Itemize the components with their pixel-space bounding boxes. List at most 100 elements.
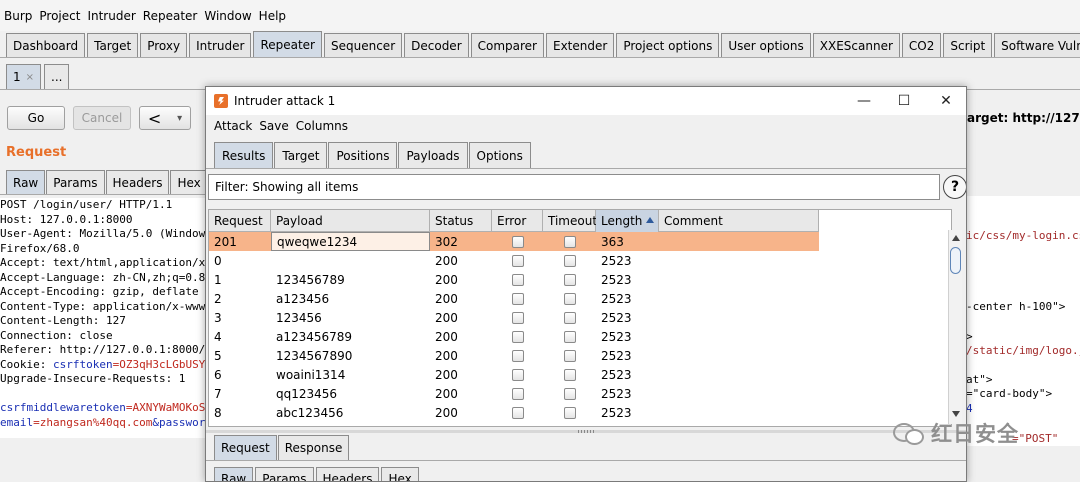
tab-decoder[interactable]: Decoder — [404, 33, 469, 57]
col-status[interactable]: Status — [430, 210, 492, 232]
tab-project-options[interactable]: Project options — [616, 33, 720, 57]
table-row[interactable]: 7 qq123456 200 2523 — [209, 384, 819, 403]
table-row[interactable]: 201 qweqwe1234 302 363 — [209, 232, 819, 251]
col-payload[interactable]: Payload — [271, 210, 430, 232]
tab-response[interactable]: Response — [277, 435, 350, 460]
timeout-checkbox[interactable] — [563, 311, 576, 324]
tab-sequencer[interactable]: Sequencer — [324, 33, 403, 57]
error-checkbox[interactable] — [511, 330, 524, 343]
menu-window[interactable]: Window — [204, 9, 251, 23]
tab-co2[interactable]: CO2 — [901, 33, 942, 57]
cell-request: 2 — [214, 291, 222, 306]
tab-target[interactable]: Target — [274, 142, 328, 168]
menu-intruder[interactable]: Intruder — [87, 9, 135, 23]
col-timeout[interactable]: Timeout — [543, 210, 597, 232]
results-filter-bar[interactable]: Filter: Showing all items — [208, 174, 940, 200]
menu-help[interactable]: Help — [259, 9, 286, 23]
scroll-thumb[interactable] — [950, 247, 961, 274]
close-icon[interactable]: ✕ — [936, 91, 956, 111]
error-checkbox[interactable] — [511, 273, 524, 286]
menu-columns[interactable]: Columns — [296, 119, 348, 133]
window-titlebar[interactable]: Intruder attack 1 — ☐ ✕ — [206, 87, 966, 115]
scroll-up-icon[interactable] — [952, 235, 960, 241]
menu-project[interactable]: Project — [39, 9, 80, 23]
cancel-button[interactable]: Cancel — [73, 106, 131, 130]
timeout-checkbox[interactable] — [563, 235, 576, 248]
error-checkbox[interactable] — [511, 292, 524, 305]
back-button[interactable]: < ▾ — [139, 106, 191, 130]
tab-target[interactable]: Target — [87, 33, 139, 57]
col-request[interactable]: Request — [209, 210, 271, 232]
col-comment[interactable]: Comment — [659, 210, 819, 232]
cell-payload: qweqwe1234 — [271, 232, 430, 251]
tab-options[interactable]: Options — [468, 142, 531, 168]
error-checkbox[interactable] — [511, 235, 524, 248]
tab-extender[interactable]: Extender — [546, 33, 615, 57]
close-icon[interactable]: × — [26, 72, 34, 83]
menu-attack[interactable]: Attack — [214, 119, 252, 133]
help-icon[interactable]: ? — [943, 175, 966, 199]
go-button[interactable]: Go — [7, 106, 65, 130]
table-row[interactable]: 4 a123456789 200 2523 — [209, 327, 819, 346]
table-row[interactable]: 3 123456 200 2523 — [209, 308, 819, 327]
request-raw-editor[interactable]: POST /login/user/ HTTP/1.1 Host: 127.0.0.… — [0, 198, 210, 438]
menu-save[interactable]: Save — [259, 119, 288, 133]
table-row[interactable]: 2 a123456 200 2523 — [209, 289, 819, 308]
table-row[interactable]: 0 200 2523 — [209, 251, 819, 270]
col-length[interactable]: Length — [596, 210, 659, 232]
error-checkbox[interactable] — [511, 368, 524, 381]
pane-splitter[interactable] — [206, 430, 966, 433]
timeout-checkbox[interactable] — [563, 292, 576, 305]
results-scrollbar[interactable] — [948, 230, 962, 424]
tab-raw[interactable]: Raw — [6, 170, 46, 194]
tab-user-options[interactable]: User options — [721, 33, 811, 57]
tab-params[interactable]: Params — [255, 467, 314, 481]
maximize-icon[interactable]: ☐ — [894, 91, 914, 111]
repeater-tab-1[interactable]: 1 × — [6, 64, 42, 89]
error-checkbox[interactable] — [511, 311, 524, 324]
tab-payloads[interactable]: Payloads — [398, 142, 468, 168]
tab-raw[interactable]: Raw — [214, 467, 254, 481]
minimize-icon[interactable]: — — [854, 91, 874, 111]
tab-dashboard[interactable]: Dashboard — [6, 33, 86, 57]
tab-results[interactable]: Results — [214, 142, 274, 168]
table-row[interactable]: 5 1234567890 200 2523 — [209, 346, 819, 365]
timeout-checkbox[interactable] — [563, 406, 576, 419]
tab-headers[interactable]: Headers — [105, 170, 170, 194]
timeout-checkbox[interactable] — [563, 330, 576, 343]
tab-positions[interactable]: Positions — [328, 142, 398, 168]
menu-repeater[interactable]: Repeater — [143, 9, 198, 23]
tab-script[interactable]: Script — [943, 33, 993, 57]
request-response-tabs: Request Response — [214, 435, 350, 460]
repeater-tab-more[interactable]: ... — [44, 64, 70, 89]
cell-request: 4 — [214, 329, 222, 344]
tab-headers[interactable]: Headers — [315, 467, 380, 481]
error-checkbox[interactable] — [511, 387, 524, 400]
tab-intruder[interactable]: Intruder — [189, 33, 252, 57]
tab-repeater[interactable]: Repeater — [253, 31, 322, 57]
scroll-down-icon[interactable] — [952, 411, 960, 417]
error-checkbox[interactable] — [511, 349, 524, 362]
timeout-checkbox[interactable] — [563, 273, 576, 286]
tab-comparer[interactable]: Comparer — [470, 33, 544, 57]
tab-params[interactable]: Params — [46, 170, 105, 194]
cell-length: 2523 — [601, 386, 632, 401]
table-row[interactable]: 1 123456789 200 2523 — [209, 270, 819, 289]
tab-request[interactable]: Request — [214, 435, 277, 460]
tab-proxy[interactable]: Proxy — [140, 33, 188, 57]
error-checkbox[interactable] — [511, 406, 524, 419]
table-row[interactable]: 6 woaini1314 200 2523 — [209, 365, 819, 384]
tab-software-vulnerability-scanner[interactable]: Software Vulnerability Scanner — [994, 33, 1080, 57]
tab-hex[interactable]: Hex — [170, 170, 208, 194]
timeout-checkbox[interactable] — [563, 387, 576, 400]
response-raw-editor[interactable]: ic/css/my-login.cs -center h-100"> > /st… — [966, 196, 1080, 446]
table-row[interactable]: 8 abc123456 200 2523 — [209, 403, 819, 422]
timeout-checkbox[interactable] — [563, 254, 576, 267]
col-error[interactable]: Error — [492, 210, 543, 232]
tab-xxescanner[interactable]: XXEScanner — [812, 33, 900, 57]
tab-hex[interactable]: Hex — [381, 467, 419, 481]
menu-burp[interactable]: Burp — [4, 9, 32, 23]
error-checkbox[interactable] — [511, 254, 524, 267]
timeout-checkbox[interactable] — [563, 368, 576, 381]
timeout-checkbox[interactable] — [563, 349, 576, 362]
